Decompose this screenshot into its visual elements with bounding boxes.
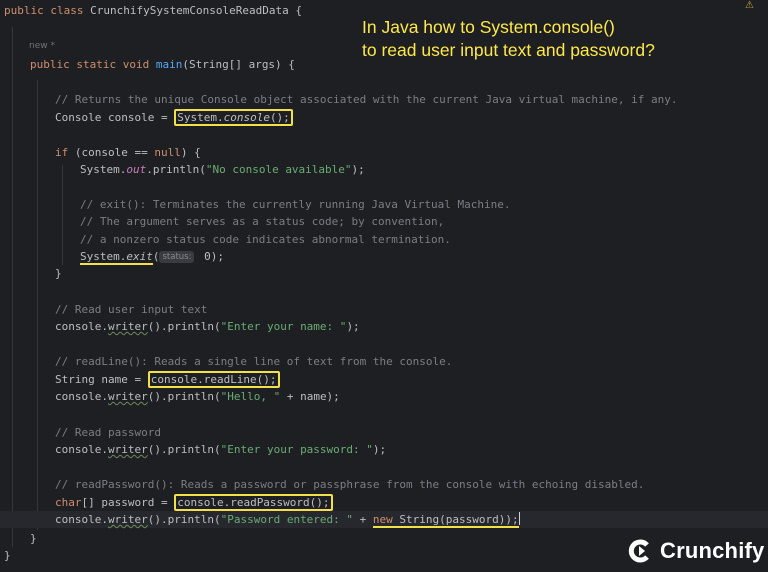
warning-icon[interactable]: ⚠	[745, 0, 754, 11]
code-text: [] password =	[81, 496, 175, 509]
string-literal: "Hello, "	[220, 390, 281, 403]
code-line[interactable]: console.writer().println("Enter your nam…	[55, 318, 768, 335]
code-line[interactable]: System.out.println("No console available…	[80, 161, 768, 178]
field-name: out	[126, 163, 147, 176]
code-text: System.	[177, 111, 224, 124]
brand-logo: Crunchify	[626, 536, 764, 566]
code-text: ().println(	[147, 320, 221, 333]
code-line[interactable]: char[] password = console.readPassword()…	[55, 494, 768, 511]
keyword: new	[372, 513, 400, 526]
code-text: console.	[55, 513, 108, 526]
code-comment[interactable]: // readLine(): Reads a single line of te…	[55, 353, 768, 370]
method-name: main	[155, 58, 183, 71]
code-comment[interactable]: // Read user input text	[55, 301, 768, 318]
method-name: console	[223, 111, 270, 124]
code-text: console.	[55, 390, 108, 403]
overlay-heading: In Java how to System.console() to read …	[362, 16, 762, 62]
new-label: new *	[29, 41, 55, 51]
string-literal: "Enter your password: "	[220, 443, 373, 456]
code-text: (console ==	[74, 146, 155, 159]
code-comment[interactable]: // exit(): Terminates the currently runn…	[80, 196, 768, 213]
code-text: System.	[80, 250, 127, 263]
code-text: console.	[55, 443, 108, 456]
code-text: System.	[80, 163, 127, 176]
code-line[interactable]: console.writer().println("Enter your pas…	[55, 441, 768, 458]
string-literal: "No console available"	[205, 163, 352, 176]
indent-guide	[62, 165, 63, 265]
heading-line-2: to read user input text and password?	[362, 40, 655, 60]
code-text: console.	[55, 320, 108, 333]
code-text: );	[346, 320, 360, 333]
code-text: );	[351, 163, 365, 176]
highlight-box: console.readPassword();	[174, 494, 333, 511]
highlight-box: console.readLine();	[147, 371, 280, 388]
code-text: ().println(	[147, 513, 221, 526]
code-comment[interactable]: // readPassword(): Reads a password or p…	[55, 476, 768, 493]
parameter-hint: status:	[159, 251, 195, 263]
code-text: ().println(	[147, 390, 221, 403]
string-literal: "Enter your name: "	[220, 320, 347, 333]
code-comment[interactable]: // a nonzero status code indicates abnor…	[80, 231, 768, 248]
highlight-box: System.console();	[174, 109, 293, 126]
code-text: ) {	[180, 146, 201, 159]
keyword: null	[154, 146, 181, 159]
method-name: writer	[107, 320, 148, 333]
code-line[interactable]: String name = console.readLine();	[55, 371, 768, 388]
text-caret	[518, 512, 520, 525]
method-name: writer	[107, 513, 148, 526]
keyword: public class	[4, 4, 91, 17]
brand-name: Crunchify	[660, 538, 765, 563]
code-text: );	[372, 443, 387, 456]
code-text: .println(	[146, 163, 206, 176]
code-text: (	[152, 250, 160, 263]
code-text: +	[353, 513, 373, 526]
code-comment[interactable]: // The argument serves as a status code;…	[80, 213, 768, 230]
heading-line-1: In Java how to System.console()	[362, 17, 615, 37]
method-name: writer	[107, 443, 148, 456]
string-literal: "Password entered: "	[220, 513, 354, 526]
keyword: char	[55, 496, 82, 509]
code-line[interactable]: Console console = System.console();	[55, 109, 768, 126]
indent-guide	[12, 27, 13, 547]
code-text: + name);	[280, 390, 340, 403]
code-comment[interactable]: // Read password	[55, 424, 768, 441]
code-text: 0);	[197, 250, 224, 263]
code-editor[interactable]: public class CrunchifySystemConsoleReadD…	[0, 0, 768, 572]
code-text: (String[] args) {	[182, 58, 295, 71]
keyword: public static void	[30, 58, 156, 71]
class-name: CrunchifySystemConsoleReadData	[90, 4, 296, 17]
code-text: String name =	[55, 373, 148, 386]
method-name: exit	[126, 250, 153, 263]
method-name: writer	[107, 390, 148, 403]
keyword: if	[55, 146, 75, 159]
code-text: ().println(	[147, 443, 221, 456]
code-line-current[interactable]: console.writer().println("Password enter…	[0, 511, 768, 528]
highlight-underline: new String(password));	[372, 513, 519, 528]
code-line[interactable]: System.exit(status: 0);	[80, 248, 768, 265]
indent-guide	[37, 80, 38, 530]
code-line[interactable]: }	[55, 265, 768, 282]
highlight-underline: System.exit	[80, 250, 153, 265]
crunchify-logo-icon	[628, 539, 649, 563]
code-text: ();	[269, 111, 290, 124]
code-comment[interactable]: // Returns the unique Console object ass…	[55, 91, 768, 108]
code-line[interactable]: console.writer().println("Hello, " + nam…	[55, 388, 768, 405]
code-line[interactable]: if (console == null) {	[55, 144, 768, 161]
code-text: Console console =	[55, 111, 175, 124]
code-text: {	[295, 4, 303, 17]
code-text: String(password));	[399, 513, 519, 526]
